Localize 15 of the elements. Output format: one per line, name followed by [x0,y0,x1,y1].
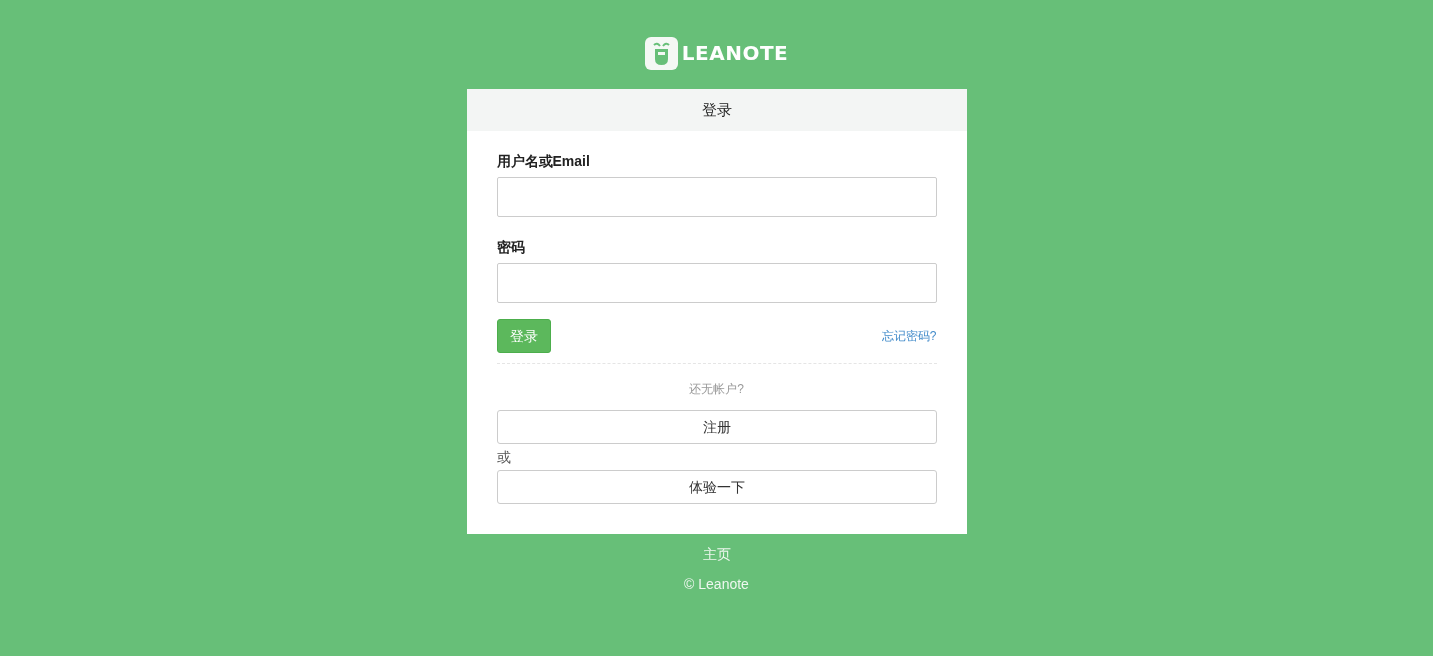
or-text: 或 [496,447,511,467]
try-demo-button[interactable]: 体验一下 [496,470,937,504]
card-title: 登录 [701,99,732,120]
input-field[interactable] [496,177,937,217]
logo-text: LEANOTE [681,40,789,67]
field-label: 用户名或Email [496,151,590,171]
field-label: 密码 [496,237,525,257]
login-button[interactable]: 登录 [496,319,551,353]
forgot-password-link[interactable]: 忘记密码? [881,327,937,345]
input-field[interactable] [496,263,937,303]
no-account-text: 还无帐户? [689,382,744,396]
home-link[interactable]: 主页 [702,544,731,565]
copyright-text: © Leanote [684,575,749,594]
logo-icon [644,36,678,70]
register-button[interactable]: 注册 [496,410,937,444]
